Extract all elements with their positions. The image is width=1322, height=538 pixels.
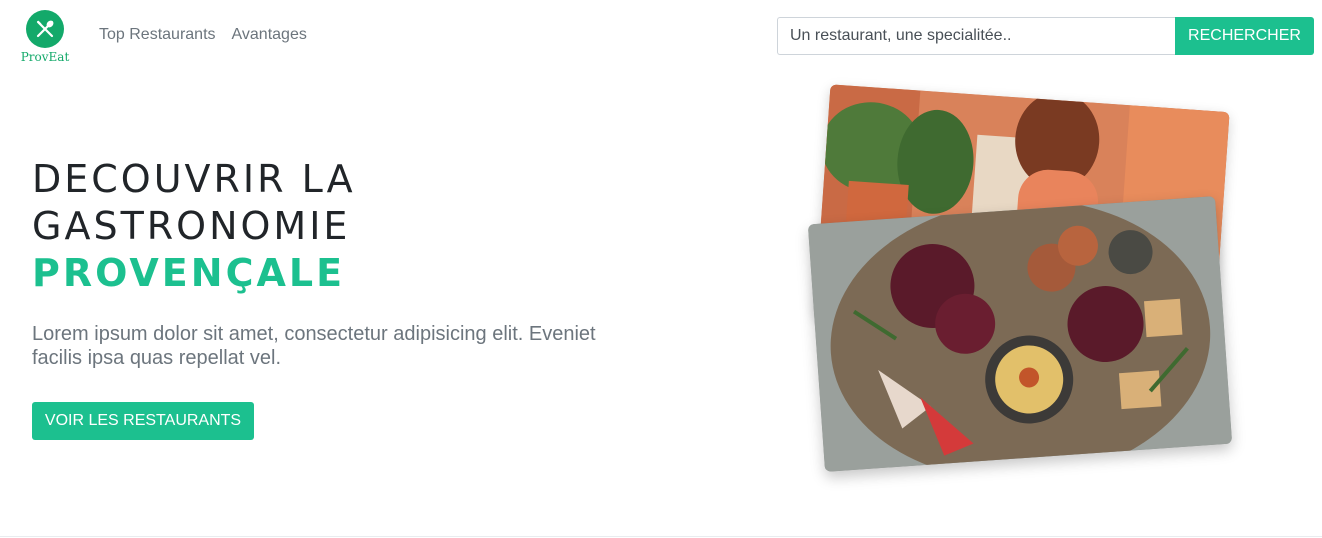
view-restaurants-button[interactable]: VOIR LES RESTAURANTS	[32, 402, 254, 440]
hero-title: DECOUVRIR LA GASTRONOMIE PROVENÇALE	[32, 156, 356, 297]
nav-link-avantages[interactable]: Avantages	[232, 26, 307, 44]
hero-lead: Lorem ipsum dolor sit amet, consectetur …	[32, 323, 596, 369]
brand-logo[interactable]: ProvEat	[18, 10, 72, 64]
food-platter-photo	[807, 196, 1233, 472]
hero-title-line1: DECOUVRIR LA	[32, 157, 356, 201]
search-input[interactable]	[777, 17, 1175, 55]
search-button[interactable]: RECHERCHER	[1175, 17, 1314, 55]
search-form: RECHERCHER	[777, 17, 1314, 55]
brand-name: ProvEat	[20, 50, 70, 64]
nav-links: Top Restaurants Avantages	[99, 26, 307, 44]
section-divider	[0, 536, 1322, 537]
navbar: ProvEat Top Restaurants Avantages RECHER…	[0, 0, 1322, 72]
utensils-icon	[26, 10, 64, 48]
hero-title-accent: PROVENÇALE	[32, 251, 346, 295]
nav-link-top-restaurants[interactable]: Top Restaurants	[99, 26, 216, 44]
hero-title-line2: GASTRONOMIE	[32, 204, 351, 248]
